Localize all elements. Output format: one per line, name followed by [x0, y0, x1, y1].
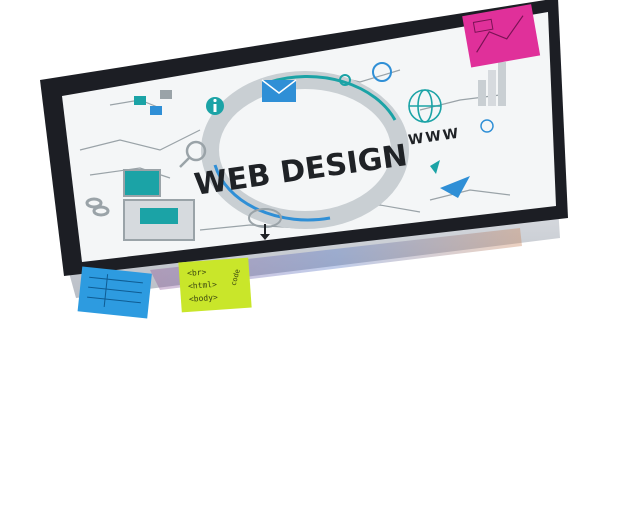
envelope-icon: [261, 79, 297, 102]
yellow-sticky-note: <br> <html> <body> code: [178, 257, 252, 313]
blue-sticky-note: [77, 266, 152, 319]
monitor-scene: WEB DESIGN WWW <br> <html> <body> code: [40, 0, 568, 319]
note-line-1: <br>: [187, 268, 207, 278]
info-icon: [206, 97, 224, 115]
